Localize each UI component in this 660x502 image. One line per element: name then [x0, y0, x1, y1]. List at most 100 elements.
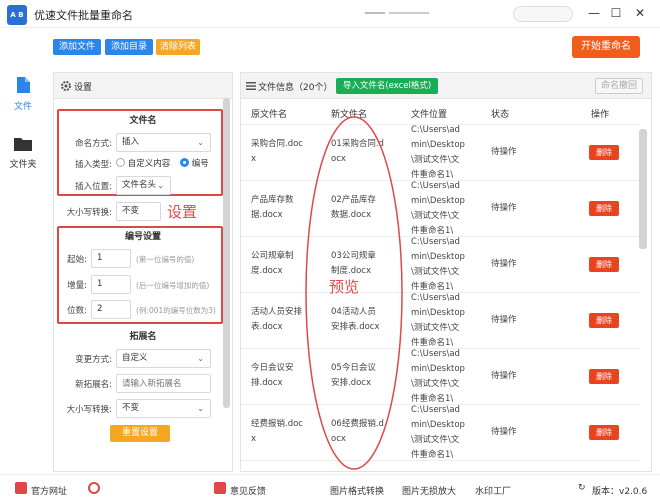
delete-button[interactable]: 删除	[589, 201, 619, 216]
insert-type-custom-label: 自定义内容	[127, 159, 171, 169]
ext-method-label: 变更方式:	[75, 355, 112, 365]
digits-input[interactable]: 2	[91, 300, 131, 319]
digits-hint: (例:001的编号位数为3)	[136, 306, 216, 315]
location-cell-line: C:\Users\ad	[411, 237, 460, 247]
nav-item-file[interactable]: 文件	[4, 76, 42, 112]
version-icon: ↻	[578, 483, 586, 493]
add-file-button[interactable]: 添加文件	[53, 39, 101, 55]
original-name-cell: 经费报销.doc x	[251, 417, 303, 447]
original-name-cell-line: x	[251, 154, 257, 164]
original-name-cell-line: 公司规章制	[251, 251, 294, 261]
delete-button[interactable]: 删除	[589, 313, 619, 328]
insert-type-number-label: 编号	[191, 159, 209, 169]
col-location: 文件位置	[411, 110, 448, 120]
add-directory-button[interactable]: 添加目录	[105, 39, 153, 55]
reset-settings-button[interactable]: 重置设置	[110, 425, 170, 442]
original-name-cell-line: 采购合同.doc	[251, 139, 303, 149]
original-name-cell: 公司规章制 度.docx	[251, 249, 294, 279]
ext-case-select[interactable]: 不变 ⌄	[116, 399, 211, 418]
start-input[interactable]: 1	[91, 249, 131, 268]
minimize-button[interactable]: —	[584, 4, 604, 22]
version-label: 版本：v2.0.6	[592, 487, 648, 497]
insert-type-label: 插入类型:	[75, 160, 112, 170]
location-cell-line: min\Desktop	[411, 140, 465, 150]
status-cell: 待操作	[491, 203, 517, 213]
location-cell: C:\Users\ad min\Desktop \测试文件\文 件重命名1\	[411, 347, 465, 407]
file-panel: 文件信息（20个） 导入文件名(excel格式) 命名撤回 原文件名 新文件名 …	[240, 72, 652, 472]
naming-method-value: 插入	[122, 137, 140, 147]
location-cell-line: \测试文件\文	[411, 155, 460, 165]
location-cell-line: min\Desktop	[411, 308, 465, 318]
insert-type-radio-custom[interactable]: 自定义内容	[116, 157, 170, 169]
insert-position-select[interactable]: 文件名头 ⌄	[116, 176, 171, 195]
settings-header: 设置	[54, 73, 232, 99]
settings-header-label: 设置	[74, 83, 93, 93]
location-cell: C:\Users\ad min\Desktop \测试文件\文 件重命名1\	[411, 179, 465, 239]
original-name-cell-line: 经费报销.doc	[251, 419, 303, 429]
original-name-cell: 产品库存数 据.docx	[251, 193, 294, 223]
location-cell-line: \测试文件\文	[411, 379, 460, 389]
app-title: 优速文件批量重命名	[34, 9, 133, 22]
import-filenames-button[interactable]: 导入文件名(excel格式)	[336, 78, 438, 94]
location-cell-line: C:\Users\ad	[411, 181, 460, 191]
app-logo: A B	[7, 5, 27, 25]
undo-rename-button[interactable]: 命名撤回	[595, 78, 643, 94]
location-cell: C:\Users\ad min\Desktop \测试文件\文 件重命名1\	[411, 125, 465, 183]
numbering-section-title: 编号设置	[124, 232, 161, 242]
website-link[interactable]: 官方网址	[31, 484, 67, 497]
new-ext-label: 新拓展名:	[75, 380, 112, 390]
new-ext-input[interactable]	[116, 374, 211, 393]
location-cell: C:\Users\ad min\Desktop \测试文件\文 件重命名1\	[411, 403, 465, 463]
status-cell: 待操作	[491, 427, 517, 437]
ext-method-select[interactable]: 自定义 ⌄	[116, 349, 211, 368]
original-name-cell-line: x	[251, 434, 257, 444]
title-ad-pill[interactable]	[513, 6, 573, 22]
file-table-scrollbar[interactable]	[639, 129, 647, 249]
delete-button[interactable]: 删除	[589, 425, 619, 440]
pdf-icon	[214, 482, 226, 494]
location-cell-line: C:\Users\ad	[411, 349, 460, 359]
original-name-cell: 活动人员安排 表.docx	[251, 305, 302, 335]
original-name-cell-line: 据.docx	[251, 210, 283, 220]
delete-button[interactable]: 删除	[589, 145, 619, 160]
nav-item-folder[interactable]: 文件夹	[4, 136, 42, 170]
chevron-down-icon: ⌄	[197, 138, 204, 147]
case-convert-select[interactable]: 不变	[116, 202, 161, 221]
delete-button[interactable]: 删除	[589, 369, 619, 384]
digits-label: 位数:	[67, 306, 87, 316]
title-bar: A B 优速文件批量重命名 — ☐ ✕	[0, 0, 660, 28]
status-bar: 官方网址 意见反馈 图片格式转换 图片无损放大 水印工厂 ↻ 版本：v2.0.6	[0, 474, 660, 502]
ext-case-value: 不变	[122, 403, 140, 413]
location-cell-line: min\Desktop	[411, 364, 465, 374]
step-input[interactable]: 1	[91, 275, 131, 294]
status-cell: 待操作	[491, 371, 517, 381]
start-hint: (第一位编号的值)	[136, 255, 195, 264]
original-name-cell-line: 表.docx	[251, 322, 283, 332]
folder-icon	[14, 138, 32, 151]
app-logo-text: A B	[10, 11, 24, 19]
naming-method-label: 命名方式:	[75, 139, 112, 149]
clear-list-button[interactable]: 清除列表	[156, 39, 200, 55]
restore-button[interactable]: ☐	[606, 4, 626, 22]
settings-annotation: 设置	[167, 203, 198, 221]
insert-position-label: 插入位置:	[75, 182, 112, 192]
file-icon	[17, 77, 30, 93]
settings-scrollbar[interactable]	[223, 98, 230, 408]
image-format-convert-link[interactable]: 图片格式转换	[330, 484, 384, 497]
delete-button[interactable]: 删除	[589, 257, 619, 272]
col-status: 状态	[491, 110, 510, 120]
close-button[interactable]: ✕	[630, 4, 650, 22]
chevron-down-icon: ⌄	[197, 404, 204, 413]
image-enlarge-link[interactable]: 图片无损放大	[402, 484, 456, 497]
location-cell: C:\Users\ad min\Desktop \测试文件\文 件重命名1\	[411, 291, 465, 351]
start-rename-button[interactable]: 开始重命名	[572, 36, 640, 58]
chevron-down-icon: ⌄	[157, 181, 164, 190]
website-icon	[15, 482, 27, 494]
feedback-link[interactable]: 意见反馈	[230, 484, 266, 497]
list-icon	[246, 82, 256, 90]
status-cell: 待操作	[491, 315, 517, 325]
naming-method-select[interactable]: 插入 ⌄	[116, 133, 211, 152]
insert-type-radio-number[interactable]: 编号	[180, 157, 209, 169]
title-ad-graphic	[365, 12, 429, 14]
watermark-link[interactable]: 水印工厂	[475, 484, 511, 497]
